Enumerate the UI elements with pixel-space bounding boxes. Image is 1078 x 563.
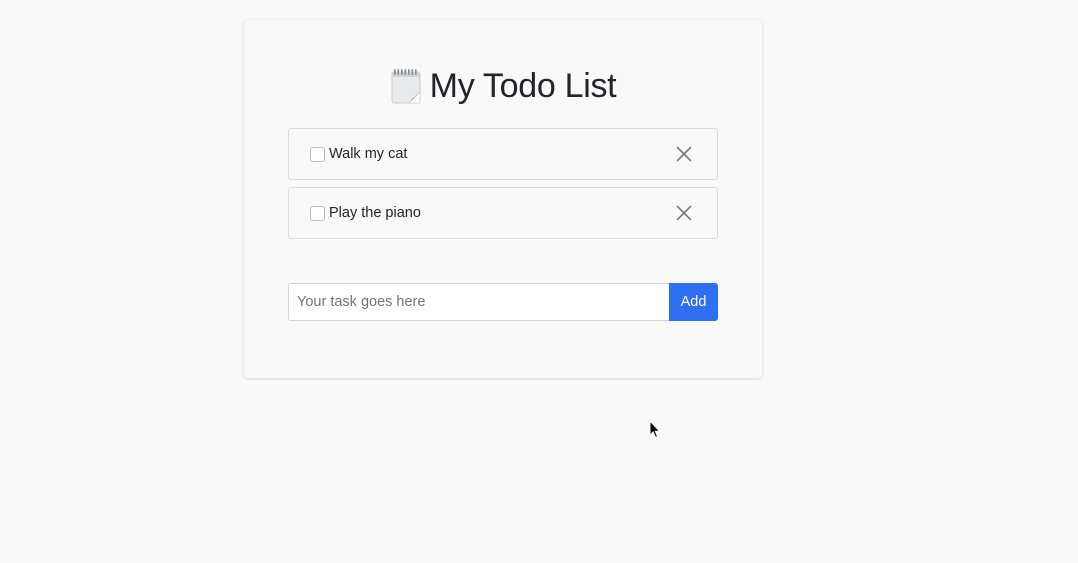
todo-label: Walk my cat	[329, 146, 408, 162]
list-item[interactable]: Walk my cat	[288, 128, 718, 180]
title-text: My Todo List	[429, 66, 617, 105]
notepad-icon	[390, 68, 422, 104]
page: My Todo List Walk my cat Play the piano	[0, 0, 1078, 563]
remove-todo-button[interactable]	[675, 204, 693, 222]
close-icon	[676, 205, 692, 221]
add-button[interactable]: Add	[669, 283, 718, 321]
remove-todo-button[interactable]	[675, 145, 693, 163]
add-task-form: Add	[288, 283, 718, 321]
todo-list: Walk my cat Play the piano	[288, 128, 718, 246]
list-item[interactable]: Play the piano	[288, 187, 718, 239]
todo-checkbox[interactable]	[310, 205, 325, 221]
todo-label: Play the piano	[329, 205, 421, 221]
mouse-cursor-icon	[649, 420, 661, 439]
task-input[interactable]	[288, 283, 669, 321]
todo-card: My Todo List Walk my cat Play the piano	[244, 20, 762, 378]
close-icon	[676, 146, 692, 162]
page-title: My Todo List	[244, 64, 762, 108]
todo-checkbox[interactable]	[310, 146, 325, 162]
